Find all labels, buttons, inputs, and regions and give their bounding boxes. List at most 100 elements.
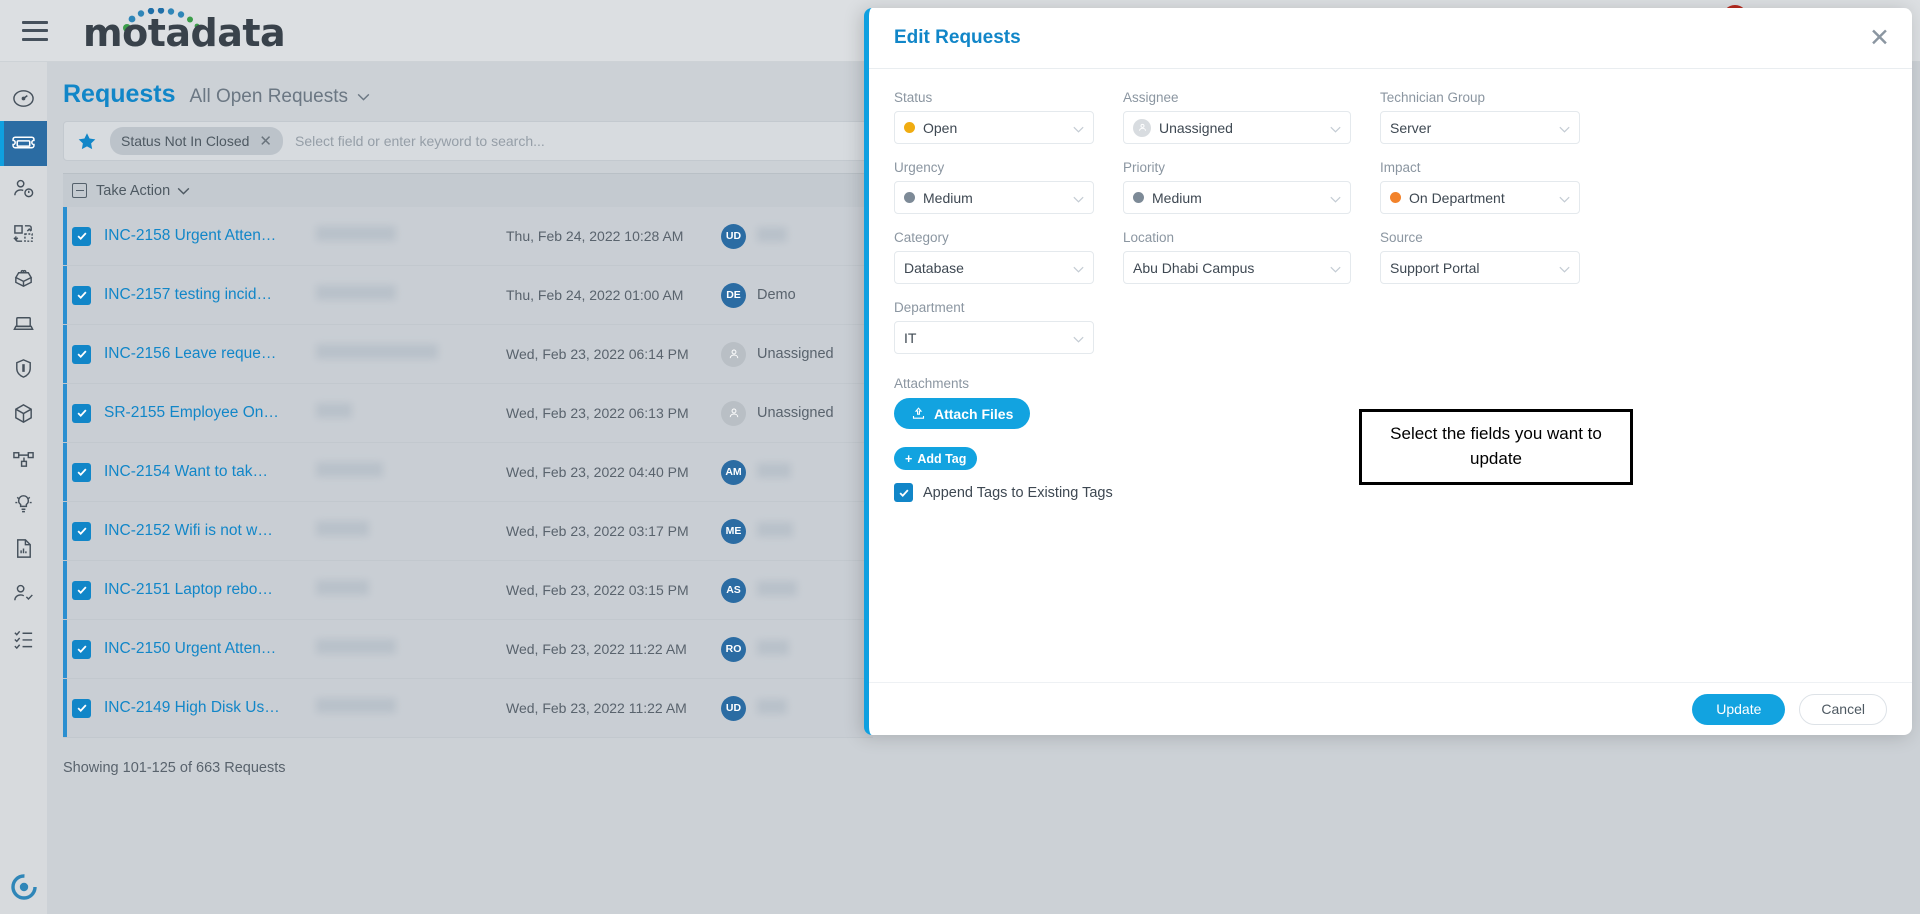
row-checkbox[interactable] — [72, 286, 91, 305]
dropdown-priority[interactable]: Medium — [1123, 181, 1351, 214]
request-subject-link[interactable]: INC-2158 Urgent Atten… — [104, 227, 304, 245]
request-subject-link[interactable]: SR-2155 Employee On… — [104, 404, 304, 422]
dropdown-assignee[interactable]: Unassigned — [1123, 111, 1351, 144]
sidebar-item-requests[interactable] — [0, 121, 47, 166]
user-check-icon — [12, 582, 35, 605]
append-tags-checkbox[interactable] — [894, 483, 913, 502]
status-dot-icon — [1133, 192, 1144, 203]
table-row[interactable]: INC-2151 Laptop rebo…Wed, Feb 23, 2022 0… — [63, 561, 873, 620]
row-checkbox[interactable] — [72, 699, 91, 718]
view-selector-label: All Open Requests — [190, 86, 348, 108]
add-tag-button[interactable]: + Add Tag — [894, 447, 977, 470]
sidebar-item-security[interactable] — [0, 346, 47, 391]
select-all-checkbox[interactable] — [72, 183, 87, 198]
annotation-callout: Select the fields you want to update — [1359, 409, 1633, 485]
technician-cell: ME — [721, 519, 793, 544]
technician-name — [757, 522, 793, 541]
request-subject-link[interactable]: INC-2157 testing incid… — [104, 286, 304, 304]
dropdown-technician-group[interactable]: Server — [1380, 111, 1580, 144]
field-spacer — [1123, 300, 1351, 370]
table-row[interactable]: INC-2149 High Disk Us…Wed, Feb 23, 2022 … — [63, 679, 873, 738]
search-bar[interactable]: Status Not In Closed ✕ Select field or e… — [63, 121, 873, 161]
take-action-label: Take Action — [96, 183, 170, 199]
status-dot-icon — [1390, 192, 1401, 203]
close-icon[interactable]: ✕ — [1869, 26, 1890, 51]
row-checkbox[interactable] — [72, 640, 91, 659]
row-checkbox[interactable] — [72, 404, 91, 423]
take-action-dropdown[interactable]: Take Action — [96, 183, 190, 199]
sidebar-item-workflow[interactable] — [0, 436, 47, 481]
field-label: Priority — [1123, 160, 1351, 175]
table-row[interactable]: INC-2158 Urgent Atten… Thu, Feb 24, 2022 … — [63, 207, 873, 266]
table-row[interactable]: INC-2157 testing incid… Thu, Feb 24, 2022… — [63, 266, 873, 325]
view-selector[interactable]: All Open Requests — [190, 86, 370, 108]
table-row[interactable]: SR-2155 Employee On… Wed, Feb 23, 2022 06… — [63, 384, 873, 443]
sidebar-item-cmdb[interactable] — [0, 391, 47, 436]
sidebar-item-dashboard[interactable] — [0, 76, 47, 121]
chevron-down-icon — [1073, 330, 1084, 346]
avatar: DE — [721, 283, 746, 308]
sidebar-item-tasks[interactable] — [0, 616, 47, 661]
field-value: IT — [904, 330, 1065, 346]
requester-name — [316, 226, 506, 246]
row-checkbox[interactable] — [72, 227, 91, 246]
dropdown-urgency[interactable]: Medium — [894, 181, 1094, 214]
sidebar-item-changes[interactable] — [0, 211, 47, 256]
table-row[interactable]: INC-2156 Leave reque…Wed, Feb 23, 2022 0… — [63, 325, 873, 384]
created-time: Wed, Feb 23, 2022 11:22 AM — [506, 641, 721, 657]
field-category: CategoryDatabase — [894, 230, 1094, 284]
sidebar-item-users[interactable] — [0, 571, 47, 616]
ticket-icon — [11, 131, 36, 156]
sidebar-item-knowledge[interactable] — [0, 481, 47, 526]
dropdown-impact[interactable]: On Department — [1380, 181, 1580, 214]
technician-name: Demo — [757, 287, 796, 303]
technician-cell: AS — [721, 578, 797, 603]
chevron-down-icon — [1330, 190, 1341, 206]
search-input[interactable]: Select field or enter keyword to search.… — [295, 133, 545, 149]
table-row[interactable]: INC-2154 Want to tak…Wed, Feb 23, 2022 0… — [63, 443, 873, 502]
technician-name: Unassigned — [757, 405, 834, 421]
table-row[interactable]: INC-2150 Urgent Atten… Wed, Feb 23, 2022 … — [63, 620, 873, 679]
requester-name — [316, 580, 506, 600]
sidebar-item-assets[interactable] — [0, 301, 47, 346]
sidebar-item-releases[interactable] — [0, 256, 47, 301]
person-icon — [1137, 122, 1148, 133]
request-subject-link[interactable]: INC-2151 Laptop rebo… — [104, 581, 304, 599]
cancel-button[interactable]: Cancel — [1799, 694, 1887, 725]
request-subject-link[interactable]: INC-2154 Want to tak… — [104, 463, 304, 481]
filter-chip[interactable]: Status Not In Closed ✕ — [110, 127, 283, 155]
update-button[interactable]: Update — [1692, 694, 1785, 725]
sidebar-item-reports[interactable] — [0, 526, 47, 571]
created-time: Thu, Feb 24, 2022 01:00 AM — [506, 287, 721, 303]
dialog-title: Edit Requests — [894, 27, 1869, 49]
check-icon — [76, 525, 88, 537]
dropdown-department[interactable]: IT — [894, 321, 1094, 354]
favorite-star-icon[interactable] — [76, 131, 98, 152]
request-subject-link[interactable]: INC-2150 Urgent Atten… — [104, 640, 304, 658]
check-icon — [898, 487, 910, 499]
dropdown-status[interactable]: Open — [894, 111, 1094, 144]
field-impact: ImpactOn Department — [1380, 160, 1580, 214]
row-checkbox[interactable] — [72, 345, 91, 364]
dropdown-category[interactable]: Database — [894, 251, 1094, 284]
sidebar-item-problems[interactable] — [0, 166, 47, 211]
field-value: Database — [904, 260, 1065, 276]
technician-name — [757, 581, 797, 600]
row-checkbox[interactable] — [72, 463, 91, 482]
requester-name — [316, 698, 506, 718]
request-subject-link[interactable]: INC-2156 Leave reque… — [104, 345, 304, 363]
row-checkbox[interactable] — [72, 581, 91, 600]
attach-files-button[interactable]: Attach Files — [894, 398, 1030, 429]
hamburger-icon[interactable] — [22, 21, 48, 41]
request-subject-link[interactable]: INC-2149 High Disk Us… — [104, 699, 304, 717]
request-subject-link[interactable]: INC-2152 Wifi is not w… — [104, 522, 304, 540]
dropdown-source[interactable]: Support Portal — [1380, 251, 1580, 284]
created-time: Thu, Feb 24, 2022 10:28 AM — [506, 228, 721, 244]
row-checkbox[interactable] — [72, 522, 91, 541]
close-icon[interactable]: ✕ — [259, 132, 272, 150]
avatar: UD — [721, 696, 746, 721]
dropdown-location[interactable]: Abu Dhabi Campus — [1123, 251, 1351, 284]
requester-name — [316, 521, 506, 541]
table-row[interactable]: INC-2152 Wifi is not w…Wed, Feb 23, 2022… — [63, 502, 873, 561]
created-time: Wed, Feb 23, 2022 06:13 PM — [506, 405, 721, 421]
